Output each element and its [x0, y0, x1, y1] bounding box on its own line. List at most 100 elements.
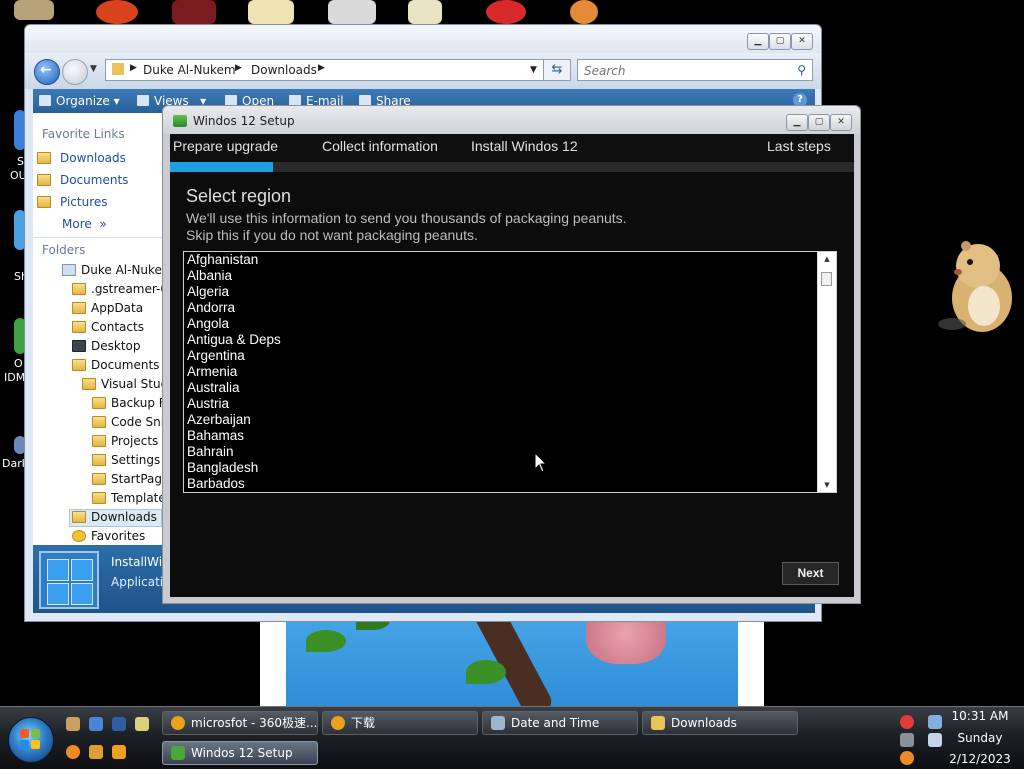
- quicklaunch-icon[interactable]: [66, 717, 80, 731]
- region-scrollbar[interactable]: ▲ ▼: [817, 252, 836, 492]
- security-alert-icon[interactable]: [900, 715, 914, 729]
- region-option[interactable]: Antigua & Deps: [187, 332, 817, 348]
- search-tray-icon[interactable]: [900, 751, 914, 765]
- tree-item[interactable]: Code Snip: [92, 415, 165, 433]
- region-option[interactable]: Bangladesh: [187, 460, 817, 476]
- region-option[interactable]: Bahamas: [187, 428, 817, 444]
- next-button[interactable]: Next: [782, 562, 839, 585]
- scroll-thumb[interactable]: [821, 272, 832, 286]
- clock-day[interactable]: Sunday: [948, 731, 1012, 745]
- favorite-link-downloads[interactable]: Downloads: [37, 151, 126, 171]
- desktop-shortcut-icon[interactable]: [328, 0, 376, 24]
- taskbar-item-date-time[interactable]: Date and Time: [482, 711, 638, 735]
- tree-item[interactable]: Template: [92, 491, 165, 509]
- region-listbox[interactable]: Afghanistan Albania Algeria Andorra Angola An…: [183, 251, 837, 493]
- region-option[interactable]: Australia: [187, 380, 817, 396]
- close-button[interactable]: ✕: [830, 114, 852, 131]
- network-icon[interactable]: [928, 715, 942, 729]
- quicklaunch-icon[interactable]: [135, 717, 149, 731]
- desktop-shortcut-icon[interactable]: [570, 0, 598, 24]
- region-option[interactable]: Azerbaijan: [187, 412, 817, 428]
- forward-button[interactable]: [62, 59, 88, 85]
- quicklaunch-icon[interactable]: [89, 745, 103, 759]
- refresh-button[interactable]: ⇆: [543, 59, 571, 81]
- desktop-shortcut-icon[interactable]: [248, 0, 294, 24]
- region-option[interactable]: Albania: [187, 268, 817, 284]
- setup-titlebar[interactable]: Windos 12 Setup ▁ ▢ ✕: [163, 106, 860, 134]
- tree-item[interactable]: Favorites: [72, 529, 145, 545]
- desktop-shortcut-icon[interactable]: [14, 0, 54, 20]
- taskbar-item-downloads[interactable]: Downloads: [642, 711, 798, 735]
- folder-icon: [112, 63, 124, 75]
- back-arrow-icon: ←: [40, 62, 52, 78]
- tree-item[interactable]: Contacts: [72, 320, 144, 338]
- address-dropdown-icon[interactable]: ▼: [530, 65, 537, 75]
- search-box[interactable]: ⚲: [577, 59, 813, 81]
- taskbar-item-download[interactable]: 下载: [322, 711, 478, 735]
- favorite-link-pictures[interactable]: Pictures: [37, 195, 108, 215]
- explorer-titlebar[interactable]: ▁ ▢ ✕: [25, 25, 821, 53]
- folders-heading[interactable]: Folders: [42, 243, 85, 257]
- scroll-up-arrow-icon[interactable]: ▲: [818, 252, 836, 266]
- tree-item[interactable]: Settings: [92, 453, 160, 471]
- taskbar-item-setup[interactable]: Windos 12 Setup: [162, 741, 318, 765]
- setup-steps: Prepare upgrade Collect information Inst…: [170, 134, 854, 162]
- maximize-button[interactable]: ▢: [769, 33, 791, 50]
- star-icon: [72, 530, 86, 542]
- tree-item[interactable]: Desktop: [72, 339, 141, 357]
- quicklaunch-icon[interactable]: [112, 717, 126, 731]
- clock-date[interactable]: 2/12/2023: [948, 752, 1012, 766]
- folder-icon: [72, 302, 86, 314]
- desktop-shortcut-icon[interactable]: [96, 0, 138, 24]
- search-icon[interactable]: ⚲: [797, 63, 806, 77]
- media-player-icon[interactable]: [112, 745, 126, 759]
- region-option[interactable]: Afghanistan: [187, 252, 817, 268]
- minimize-button[interactable]: ▁: [786, 114, 808, 131]
- region-option[interactable]: Armenia: [187, 364, 817, 380]
- address-bar[interactable]: ▶ Duke Al-Nukem ▶ Downloads ▶ ▼: [105, 59, 571, 81]
- tree-item[interactable]: .gstreamer-0.: [72, 282, 165, 300]
- browser-icon: [331, 716, 345, 730]
- favorite-link-documents[interactable]: Documents: [37, 173, 128, 193]
- back-button[interactable]: ←: [34, 59, 60, 85]
- tree-item-downloads-selected[interactable]: Downloads: [69, 509, 162, 527]
- tree-item[interactable]: Backup Fi: [92, 396, 165, 414]
- region-option[interactable]: Austria: [187, 396, 817, 412]
- tree-item[interactable]: StartPage: [92, 472, 165, 490]
- desktop-shortcut-icon[interactable]: [408, 0, 442, 24]
- search-input[interactable]: [582, 63, 786, 79]
- region-option[interactable]: Barbados: [187, 476, 817, 492]
- quicklaunch-icon[interactable]: [89, 717, 103, 731]
- browser-icon: [171, 716, 185, 730]
- volume-icon[interactable]: [928, 733, 942, 747]
- maximize-button[interactable]: ▢: [808, 114, 830, 131]
- clock-time[interactable]: 10:31 AM: [948, 709, 1012, 723]
- minimize-button[interactable]: ▁: [747, 33, 769, 50]
- recent-pages-chevron-icon[interactable]: ▼: [90, 64, 97, 74]
- region-option[interactable]: Andorra: [187, 300, 817, 316]
- tree-item[interactable]: AppData: [72, 301, 143, 319]
- search-quicklaunch-icon[interactable]: [66, 745, 80, 759]
- organize-menu[interactable]: Organize ▾: [39, 94, 120, 108]
- close-button[interactable]: ✕: [791, 33, 813, 50]
- tree-item[interactable]: Visual Studi: [82, 377, 165, 395]
- region-option[interactable]: Angola: [187, 316, 817, 332]
- tree-item-user[interactable]: Duke Al-Nukem: [62, 263, 165, 281]
- folder-icon: [92, 416, 106, 428]
- region-option[interactable]: Algeria: [187, 284, 817, 300]
- hamster-mascot-icon[interactable]: [938, 232, 1018, 336]
- tray-app-icon[interactable]: [900, 733, 914, 747]
- setup-window-title: Windos 12 Setup: [193, 114, 295, 128]
- region-option[interactable]: Argentina: [187, 348, 817, 364]
- more-links[interactable]: More »: [62, 217, 107, 231]
- scroll-down-arrow-icon[interactable]: ▼: [818, 478, 836, 492]
- tree-item[interactable]: Projects: [92, 434, 158, 452]
- desktop-shortcut-icon[interactable]: [172, 0, 216, 24]
- start-button[interactable]: [8, 717, 54, 763]
- region-option[interactable]: Bahrain: [187, 444, 817, 460]
- breadcrumb-duke[interactable]: Duke Al-Nukem: [143, 63, 236, 77]
- taskbar-item-browser[interactable]: microsfot - 360极速...: [162, 711, 318, 735]
- tree-item[interactable]: Documents: [72, 358, 159, 376]
- desktop-shortcut-icon[interactable]: [486, 0, 526, 24]
- breadcrumb-downloads[interactable]: Downloads: [251, 63, 317, 77]
